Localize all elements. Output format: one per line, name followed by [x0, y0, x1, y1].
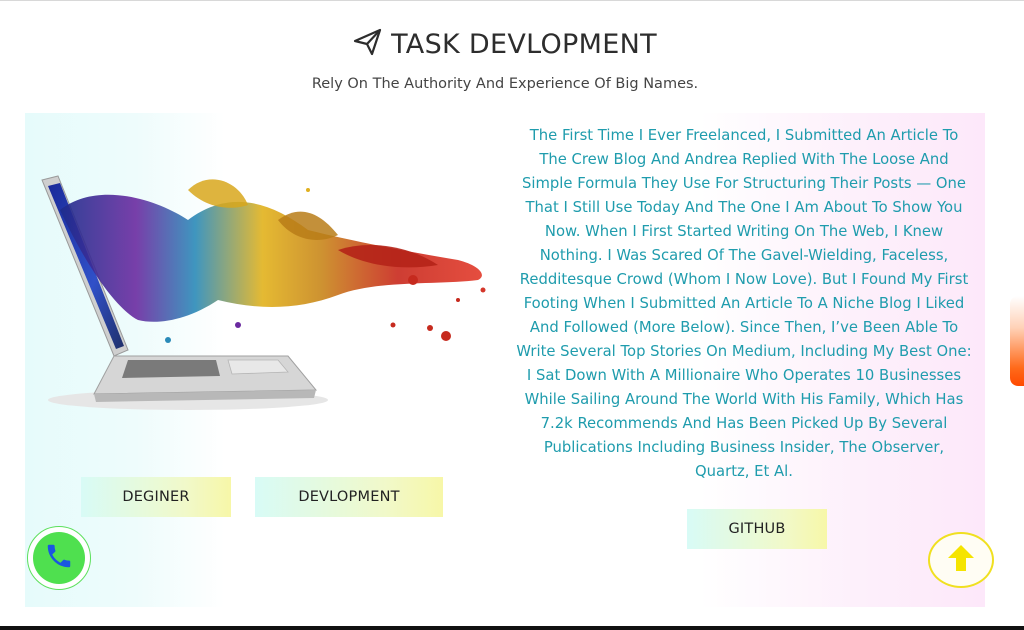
article-text: The First Time I Ever Freelanced, I Subm…	[516, 127, 972, 480]
development-button[interactable]: DEVLOPMENT	[255, 477, 443, 517]
paper-plane-icon	[353, 28, 383, 60]
top-divider	[0, 0, 1024, 1]
page-scrollbar[interactable]	[1010, 296, 1024, 386]
page-subtitle: Rely On The Authority And Experience Of …	[311, 76, 699, 92]
page-title: TASK DEVLOPMENT	[391, 28, 657, 60]
laptop-paint-splash-image	[38, 150, 498, 420]
scroll-to-top-button[interactable]	[928, 532, 994, 588]
github-button[interactable]: GITHUB	[687, 509, 827, 549]
call-button-circle	[33, 532, 85, 584]
section-header: TASK DEVLOPMENT Rely On The Authority An…	[0, 28, 1010, 93]
bottom-edge-bar	[0, 626, 1024, 630]
phone-icon	[44, 541, 74, 575]
arrow-up-icon	[945, 542, 977, 578]
title-row: TASK DEVLOPMENT	[0, 28, 1010, 60]
designer-button[interactable]: DEGINER	[81, 477, 231, 517]
call-button[interactable]	[27, 526, 91, 590]
